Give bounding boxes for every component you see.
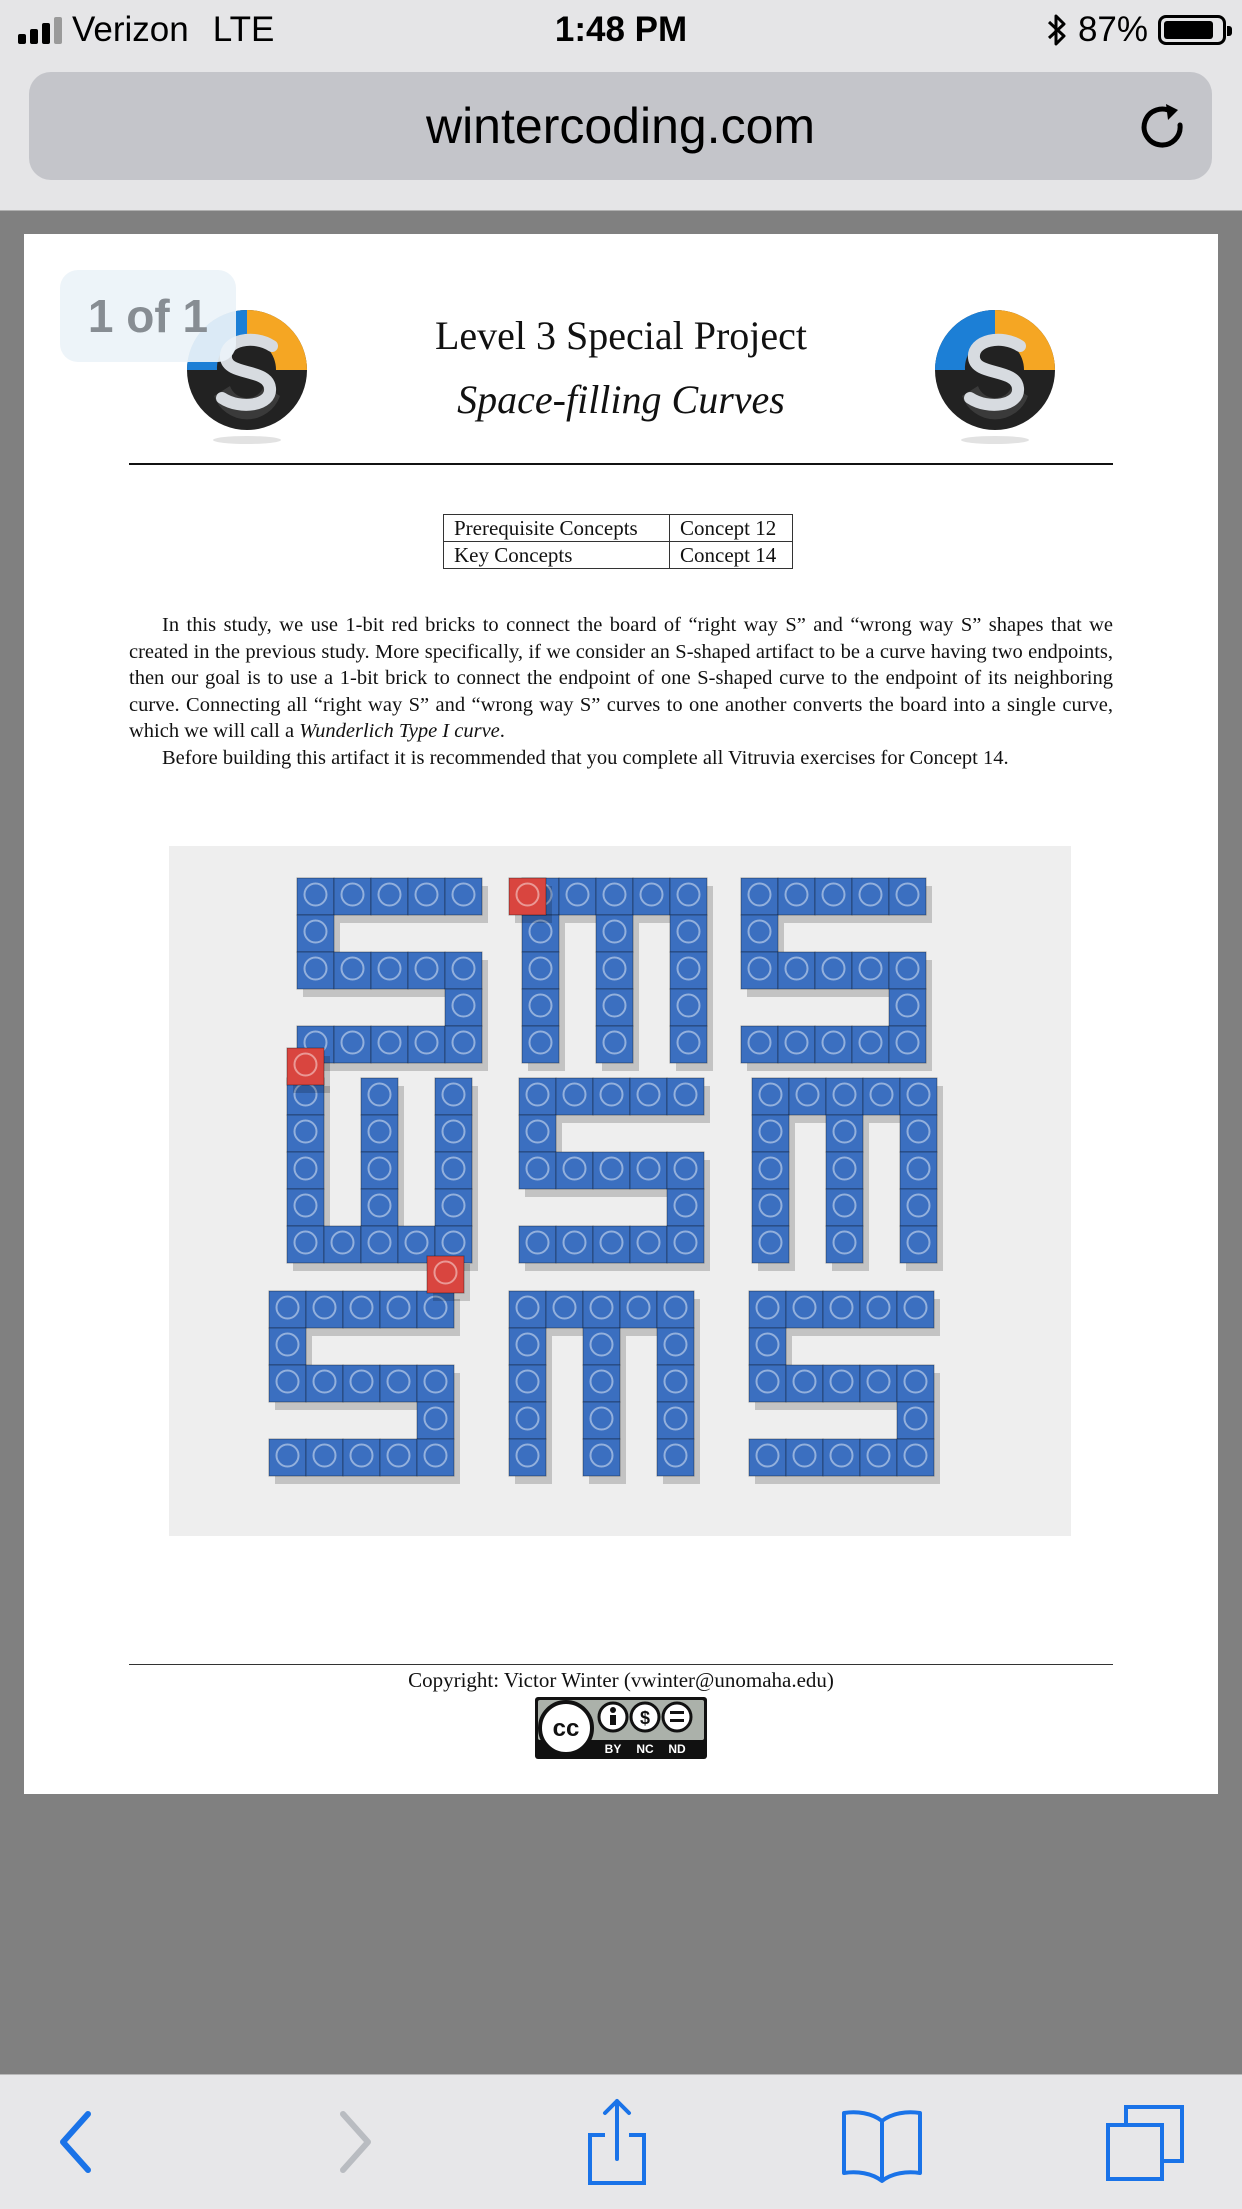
table-cell: Concept 14 <box>669 541 793 569</box>
s-logo-icon <box>935 310 1055 444</box>
url-text[interactable]: wintercoding.com <box>29 72 1212 180</box>
lego-brick <box>508 1438 552 1484</box>
lego-brick <box>751 1225 795 1271</box>
bookmarks-button[interactable] <box>837 2097 927 2187</box>
status-right: 87% <box>1046 10 1232 50</box>
lego-brick <box>888 1025 932 1071</box>
concepts-table: Prerequisite Concepts Concept 12 Key Con… <box>443 514 793 569</box>
forward-icon[interactable] <box>308 2097 398 2187</box>
lego-brick <box>582 1438 626 1484</box>
svg-text:$: $ <box>640 1708 650 1728</box>
lego-brick <box>656 1438 700 1484</box>
table-cell: Key Concepts <box>443 541 670 569</box>
battery-fill <box>1164 21 1213 39</box>
license-label: BY <box>605 1742 622 1756</box>
forward-button[interactable] <box>308 2097 398 2187</box>
paragraph: In this study, we use 1-bit red bricks t… <box>129 612 1113 745</box>
title-divider <box>129 463 1113 465</box>
back-button[interactable] <box>33 2097 123 2187</box>
paragraph-text: Before building this artifact it is reco… <box>162 746 1009 769</box>
back-icon[interactable] <box>33 2097 123 2187</box>
lego-curve-figure <box>169 846 1071 1536</box>
lego-brick <box>896 1290 940 1336</box>
lego-brick <box>666 1225 710 1271</box>
browser-chrome: wintercoding.com <box>0 62 1242 211</box>
paragraph-end: . <box>499 720 505 742</box>
battery-percent: 87% <box>1077 10 1148 49</box>
bookmarks-icon[interactable] <box>837 2097 927 2187</box>
status-bar: Verizon LTE 1:48 PM 87% <box>0 0 1242 62</box>
lego-brick <box>666 1077 710 1123</box>
footer-divider <box>129 1664 1113 1665</box>
license-label: NC <box>636 1742 654 1756</box>
share-button[interactable] <box>572 2097 662 2187</box>
page-indicator: 1 of 1 <box>60 270 236 362</box>
table-row: Key Concepts Concept 14 <box>443 541 793 569</box>
lego-brick <box>444 877 488 923</box>
paragraph-text: In this study, we use 1-bit red bricks t… <box>129 614 1113 742</box>
lego-brick <box>825 1225 869 1271</box>
share-icon[interactable] <box>572 2097 662 2187</box>
lego-brick <box>888 877 932 923</box>
table-row: Prerequisite Concepts Concept 12 <box>443 514 793 542</box>
pdf-page: Level 3 Special Project Space-filling Cu… <box>24 234 1218 1794</box>
tabs-button[interactable] <box>1102 2097 1192 2187</box>
table-cell: Concept 12 <box>669 514 793 542</box>
body-text: In this study, we use 1-bit red bricks t… <box>129 612 1113 771</box>
paragraph: Before building this artifact it is reco… <box>129 745 1113 772</box>
lego-brick <box>896 1438 940 1484</box>
cc-mark-text: cc <box>553 1715 580 1742</box>
table-cell: Prerequisite Concepts <box>443 514 670 542</box>
battery-icon <box>1158 15 1232 45</box>
lego-brick <box>416 1438 460 1484</box>
tabs-icon[interactable] <box>1102 2097 1192 2187</box>
reload-icon[interactable] <box>1136 100 1190 154</box>
lego-brick <box>286 1047 330 1093</box>
lego-brick <box>669 1025 713 1071</box>
lego-brick <box>595 1025 639 1071</box>
license-label: ND <box>668 1742 686 1756</box>
creative-commons-badge-icon[interactable]: cc $ BY NC ND <box>535 1697 707 1759</box>
copyright-text: Copyright: Victor Winter (vwinter@unomah… <box>408 1668 834 1692</box>
lego-brick <box>426 1255 470 1301</box>
lego-brick <box>444 1025 488 1071</box>
lego-brick <box>899 1225 943 1271</box>
safari-toolbar <box>0 2074 1242 2209</box>
emphasis-text: Wunderlich Type I curve <box>299 720 500 742</box>
bluetooth-icon <box>1047 14 1066 46</box>
lego-brick <box>508 877 552 923</box>
address-bar[interactable]: wintercoding.com <box>29 72 1212 180</box>
lego-brick <box>521 1025 565 1071</box>
